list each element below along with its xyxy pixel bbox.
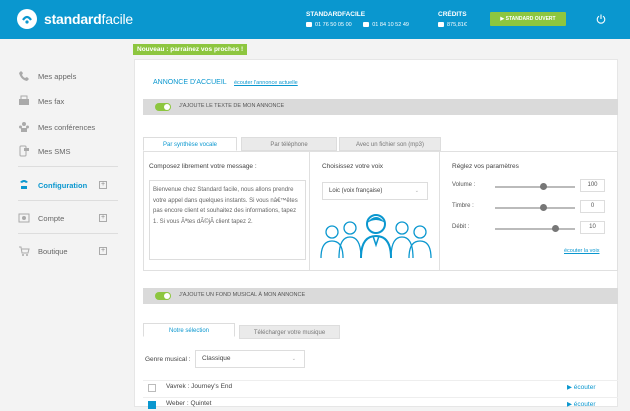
params-title: Réglez vos paramètres	[452, 163, 519, 170]
chevron-down-icon: ⌄	[414, 188, 419, 194]
logo-icon	[17, 9, 37, 29]
sidebar-divider	[18, 166, 118, 167]
sidebar-item-sms[interactable]: Mes SMS	[18, 145, 71, 157]
phone-icon	[306, 22, 312, 27]
synthesis-panel: Composez librement votre message : Bienv…	[143, 151, 618, 271]
configuration-expand-button[interactable]: +	[99, 181, 107, 189]
debit-slider[interactable]	[495, 225, 575, 232]
listen-voice-link[interactable]: écouter la voix	[564, 248, 599, 254]
credits-title: CRÉDITS	[438, 11, 467, 18]
sidebar-divider	[18, 233, 118, 234]
volume-slider[interactable]	[495, 183, 575, 190]
sidebar-item-fax[interactable]: Mes fax	[18, 95, 64, 107]
genre-label: Genre musical :	[145, 356, 191, 363]
volume-slider-handle[interactable]	[540, 183, 547, 190]
announcement-text-toggle-bar: J'AJOUTE LE TEXTE DE MON ANNONCE	[143, 99, 618, 115]
tab-notre-selection[interactable]: Notre sélection	[143, 323, 235, 337]
phone-icon	[363, 22, 370, 27]
genre-select[interactable]: Classique ⌄	[195, 350, 305, 368]
referral-banner[interactable]: Nouveau : parrainez vos proches !	[133, 44, 248, 55]
timbre-input[interactable]: 0	[580, 200, 605, 213]
sidebar-item-configuration[interactable]: Configuration	[18, 179, 87, 191]
timbre-slider-handle[interactable]	[540, 204, 547, 211]
compte-expand-button[interactable]: +	[99, 214, 107, 222]
music-toggle[interactable]	[155, 292, 171, 300]
track-row[interactable]: Vavrek : Journey's End ▶ écouter	[143, 380, 618, 394]
genre-select-value: Classique	[202, 355, 231, 362]
sidebar-divider	[18, 200, 118, 201]
listen-current-announcement-link[interactable]: écouter l'annonce actuelle	[234, 80, 298, 86]
volume-input[interactable]: 100	[580, 179, 605, 192]
debit-label: Débit :	[452, 224, 470, 230]
wallet-icon	[438, 22, 444, 27]
credits-value: 875,81€	[438, 22, 467, 28]
sidebar-item-appels[interactable]: Mes appels	[18, 70, 76, 82]
voice-select[interactable]: Loic (voix française) ⌄	[322, 182, 428, 200]
shop-icon	[19, 246, 30, 256]
track-checkbox[interactable]	[148, 384, 156, 392]
fax-icon	[19, 95, 29, 105]
track-checkbox[interactable]	[148, 401, 156, 409]
tab-synthese-vocale[interactable]: Par synthèse vocale	[143, 137, 237, 151]
voice-column: Choisissez votre voix Loic (voix françai…	[310, 152, 440, 270]
phone-number-1: 01 76 50 05 00	[306, 22, 352, 28]
logo-text: standardfacile	[44, 11, 134, 27]
compose-title: Composez librement votre message :	[149, 163, 257, 170]
timbre-slider[interactable]	[495, 204, 575, 211]
logo[interactable]: standardfacile	[16, 8, 146, 30]
announcement-text-toggle[interactable]	[155, 103, 171, 111]
tab-par-telephone[interactable]: Par téléphone	[241, 137, 337, 151]
phone-number-2: 01 84 10 52 49	[363, 22, 409, 28]
sidebar-item-boutique[interactable]: Boutique	[18, 245, 68, 257]
music-toggle-label: J'AJOUTE UN FOND MUSICAL À MON ANNONCE	[179, 292, 306, 298]
voice-select-value: Loic (voix française)	[329, 188, 383, 194]
compose-column: Composez librement votre message : Bienv…	[144, 152, 310, 270]
conference-icon	[19, 122, 29, 132]
volume-label: Volume :	[452, 182, 476, 188]
timbre-label: Timbre :	[452, 203, 474, 209]
chevron-down-icon: ⌄	[291, 356, 296, 362]
account-name: STANDARDFACILE	[306, 11, 366, 18]
track-listen-link[interactable]: ▶ écouter	[567, 383, 596, 391]
message-textarea[interactable]: Bienvenue chez Standard facile, nous all…	[149, 180, 306, 260]
standard-open-button[interactable]: ▶ STANDARD OUVERT	[490, 12, 566, 26]
voice-title: Choisissez votre voix	[322, 163, 384, 170]
voices-illustration-icon	[320, 214, 432, 258]
track-row[interactable]: Weber : Quintet ▶ écouter	[143, 397, 618, 411]
music-toggle-bar: J'AJOUTE UN FOND MUSICAL À MON ANNONCE	[143, 288, 618, 304]
debit-slider-handle[interactable]	[552, 225, 559, 232]
params-column: Réglez vos paramètres Volume : 100 Timbr…	[440, 152, 617, 270]
sms-icon	[19, 145, 29, 157]
page-title: ANNONCE D'ACCUEIL	[153, 79, 227, 86]
phone-icon	[19, 71, 29, 81]
debit-input[interactable]: 10	[580, 221, 605, 234]
credits: CRÉDITS 875,81€	[438, 11, 467, 28]
sidebar-item-compte[interactable]: Compte	[18, 212, 64, 224]
boutique-expand-button[interactable]: +	[99, 247, 107, 255]
sidebar-item-conferences[interactable]: Mes conférences	[18, 121, 95, 133]
announcement-text-toggle-label: J'AJOUTE LE TEXTE DE MON ANNONCE	[179, 103, 285, 109]
configuration-icon	[20, 180, 28, 189]
track-name: Weber : Quintet	[166, 400, 212, 407]
tab-fichier-son[interactable]: Avec un fichier son (mp3)	[339, 137, 441, 151]
account-phones: STANDARDFACILE 01 76 50 05 00 01 84 10 5…	[306, 11, 419, 28]
track-name: Vavrek : Journey's End	[166, 383, 233, 390]
top-bar: standardfacile STANDARDFACILE 01 76 50 0…	[0, 0, 630, 39]
power-icon[interactable]	[596, 14, 606, 24]
tab-telecharger-musique[interactable]: Télécharger votre musique	[239, 325, 340, 339]
account-icon	[18, 213, 30, 223]
